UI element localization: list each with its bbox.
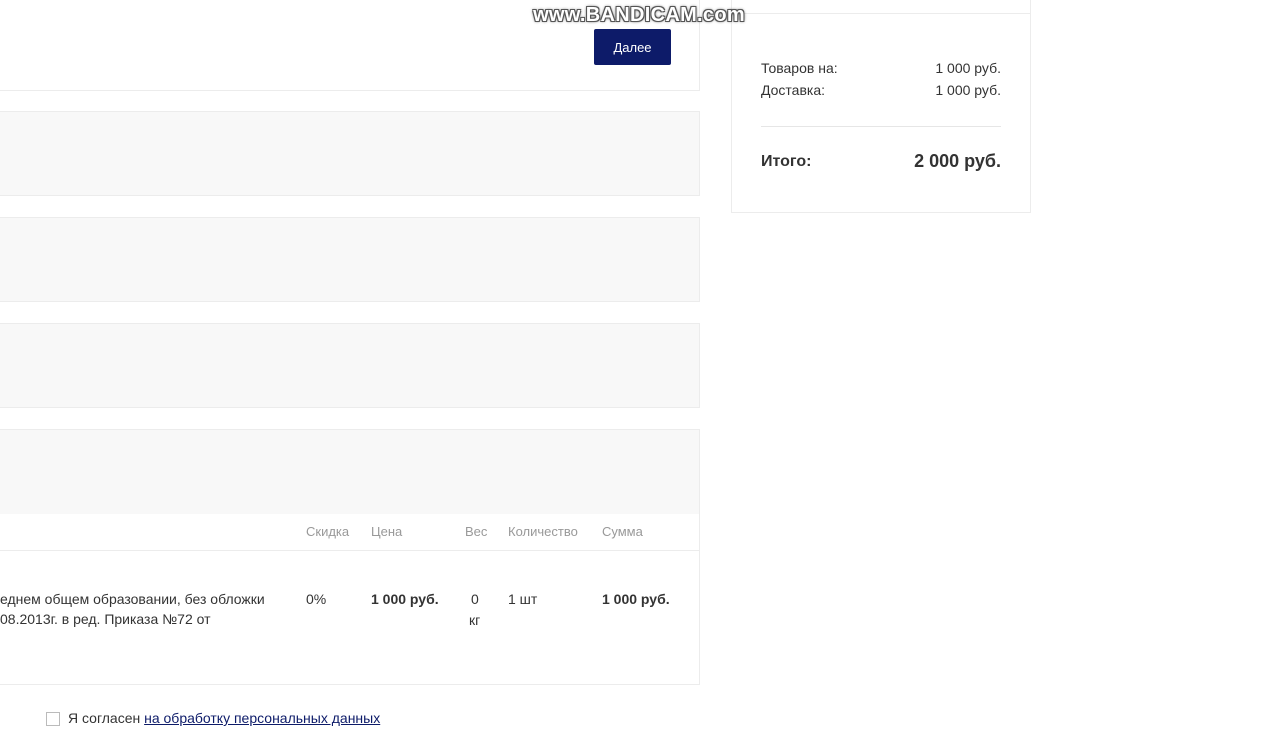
collapsed-section-3[interactable] — [0, 323, 700, 408]
quantity-value: 1 шт — [508, 591, 538, 607]
weight-value: 0 — [471, 591, 479, 607]
column-sum: Сумма — [602, 524, 643, 539]
product-name-line-1[interactable]: еднем общем образовании, без обложки — [0, 591, 265, 607]
total-label: Итого: — [761, 153, 812, 170]
delivery-label: Доставка: — [761, 82, 826, 98]
price-value: 1 000 руб. — [371, 591, 439, 607]
summary-divider-top — [732, 13, 1030, 14]
goods-value: 1 000 руб. — [935, 60, 1001, 76]
delivery-value: 1 000 руб. — [935, 82, 1001, 98]
collapsed-section-1[interactable] — [0, 111, 700, 196]
products-panel — [0, 429, 700, 685]
sum-value: 1 000 руб. — [602, 591, 670, 607]
products-table-header: Скидка Цена Вес Количество Сумма — [0, 514, 700, 551]
column-price: Цена — [371, 524, 403, 539]
consent-link[interactable]: на обработку персональных данных — [144, 710, 380, 726]
total-value: 2 000 руб. — [914, 151, 1001, 171]
column-quantity: Количество — [508, 524, 578, 539]
collapsed-section-2[interactable] — [0, 217, 700, 302]
column-weight: Вес — [465, 524, 488, 539]
bandicam-watermark: www.BANDICAM.com — [533, 4, 745, 26]
consent-label[interactable]: Я согласен на обработку персональных дан… — [68, 710, 380, 726]
products-panel-header — [0, 430, 699, 514]
consent-checkbox[interactable] — [46, 712, 60, 726]
summary-divider — [761, 126, 1001, 127]
order-summary: Товаров на: 1 000 руб. Доставка: 1 000 р… — [731, 0, 1031, 213]
column-discount: Скидка — [306, 524, 350, 539]
weight-unit: кг — [469, 612, 481, 628]
goods-label: Товаров на: — [761, 60, 838, 76]
next-button[interactable]: Далее — [594, 29, 671, 65]
product-name-line-2[interactable]: 08.2013г. в ред. Приказа №72 от — [0, 611, 211, 627]
discount-value: 0% — [306, 591, 327, 607]
